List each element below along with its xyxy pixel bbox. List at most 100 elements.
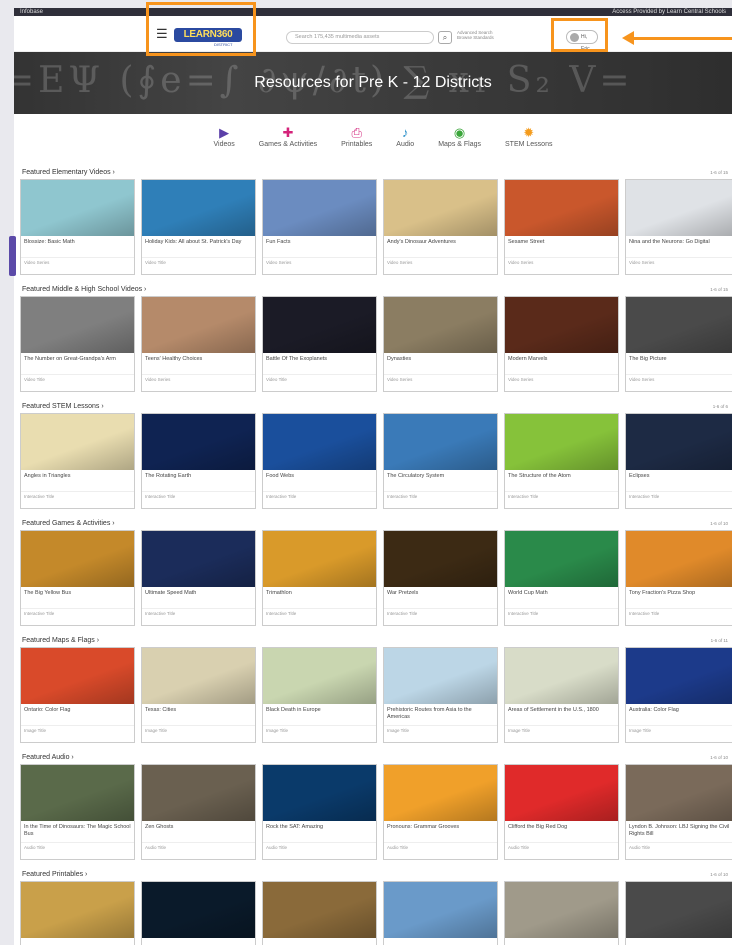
card-title[interactable]: In the Time of Dinosaurs: The Magic Scho… bbox=[21, 821, 134, 841]
card-title[interactable]: The Number on Great-Grandpa's Arm bbox=[21, 353, 134, 373]
resource-card[interactable]: The Big Yellow Bus Interactive Title bbox=[20, 530, 135, 626]
card-thumbnail[interactable] bbox=[263, 648, 376, 704]
resource-card[interactable]: Angles in Triangles Interactive Title bbox=[20, 413, 135, 509]
card-thumbnail[interactable] bbox=[142, 882, 255, 938]
card-thumbnail[interactable] bbox=[626, 531, 732, 587]
card-title[interactable]: Ontario: Color Flag bbox=[21, 704, 134, 724]
card-thumbnail[interactable] bbox=[626, 180, 732, 236]
card-title[interactable]: Zen Ghosts bbox=[142, 821, 255, 841]
category-videos[interactable]: ▶ Videos bbox=[214, 124, 235, 166]
card-thumbnail[interactable] bbox=[626, 297, 732, 353]
card-thumbnail[interactable] bbox=[626, 648, 732, 704]
card-thumbnail[interactable] bbox=[21, 882, 134, 938]
card-title[interactable]: The Big Yellow Bus bbox=[21, 587, 134, 607]
card-title[interactable]: Areas of Settlement in the U.S., 1800 bbox=[505, 704, 618, 724]
card-thumbnail[interactable] bbox=[505, 765, 618, 821]
card-thumbnail[interactable] bbox=[263, 882, 376, 938]
resource-card[interactable]: World Cup Math Interactive Title bbox=[504, 530, 619, 626]
card-title[interactable]: Clifford the Big Red Dog bbox=[505, 821, 618, 841]
card-thumbnail[interactable] bbox=[505, 648, 618, 704]
card-thumbnail[interactable] bbox=[21, 765, 134, 821]
resource-card[interactable]: Lyndon B. Johnson: LBJ Signing the Civil… bbox=[625, 764, 732, 860]
card-title[interactable]: War Pretzels bbox=[384, 587, 497, 607]
resource-card[interactable]: Tony Fraction's Pizza Shop Interactive Ti… bbox=[625, 530, 732, 626]
resource-card[interactable]: Ultimate Speed Math Interactive Title bbox=[141, 530, 256, 626]
category-games-activities[interactable]: ✚ Games & Activities bbox=[259, 124, 317, 166]
resource-card[interactable]: Texas: Cities Image Title bbox=[141, 647, 256, 743]
resource-card[interactable]: Food Webs Interactive Title bbox=[262, 413, 377, 509]
card-title[interactable]: Prehistoric Routes from Asia to the Amer… bbox=[384, 704, 497, 724]
card-thumbnail[interactable] bbox=[384, 297, 497, 353]
card-title[interactable]: Modern Marvels bbox=[505, 353, 618, 373]
resource-card[interactable]: The Number on Great-Grandpa's Arm Video T… bbox=[20, 296, 135, 392]
card-thumbnail[interactable] bbox=[21, 531, 134, 587]
category-stem-lessons[interactable]: ✹ STEM Lessons bbox=[505, 124, 552, 166]
resource-card[interactable]: The Rotating Earth Interactive Title bbox=[141, 413, 256, 509]
card-thumbnail[interactable] bbox=[626, 882, 732, 938]
card-title[interactable]: Dynasties bbox=[384, 353, 497, 373]
card-title[interactable]: Texas: Cities bbox=[142, 704, 255, 724]
card-thumbnail[interactable] bbox=[142, 297, 255, 353]
card-thumbnail[interactable] bbox=[21, 648, 134, 704]
card-thumbnail[interactable] bbox=[263, 180, 376, 236]
resource-card[interactable] bbox=[504, 881, 619, 945]
resource-card[interactable]: The Circulatory System Interactive Title bbox=[383, 413, 498, 509]
resource-card[interactable]: The Big Picture Video Series bbox=[625, 296, 732, 392]
card-title[interactable]: Black Death in Europe bbox=[263, 704, 376, 724]
resource-card[interactable]: In the Time of Dinosaurs: The Magic Scho… bbox=[20, 764, 135, 860]
resource-card[interactable]: Clifford the Big Red Dog Audio Title bbox=[504, 764, 619, 860]
card-title[interactable]: Food Webs bbox=[263, 470, 376, 490]
section-title-link[interactable]: Featured Printables › bbox=[20, 868, 732, 881]
card-title[interactable]: The Structure of the Atom bbox=[505, 470, 618, 490]
card-thumbnail[interactable] bbox=[21, 414, 134, 470]
card-thumbnail[interactable] bbox=[505, 882, 618, 938]
resource-card[interactable] bbox=[262, 881, 377, 945]
card-thumbnail[interactable] bbox=[384, 531, 497, 587]
resource-card[interactable]: Nina and the Neurons: Go Digital Video Se… bbox=[625, 179, 732, 275]
card-title[interactable]: Australia: Color Flag bbox=[626, 704, 732, 724]
resource-card[interactable]: Eclipses Interactive Title bbox=[625, 413, 732, 509]
card-title[interactable]: Blossize: Basic Math bbox=[21, 236, 134, 256]
card-thumbnail[interactable] bbox=[384, 648, 497, 704]
card-title[interactable]: Ultimate Speed Math bbox=[142, 587, 255, 607]
resource-card[interactable]: Holiday Kids: All about St. Patrick's Da… bbox=[141, 179, 256, 275]
card-thumbnail[interactable] bbox=[384, 414, 497, 470]
resource-card[interactable]: Blossize: Basic Math Video Series bbox=[20, 179, 135, 275]
resource-card[interactable]: Battle Of The Exoplanets Video Title bbox=[262, 296, 377, 392]
section-title-link[interactable]: Featured Maps & Flags › bbox=[20, 634, 732, 647]
resource-card[interactable]: Black Death in Europe Image Title bbox=[262, 647, 377, 743]
card-title[interactable] bbox=[263, 938, 376, 945]
card-title[interactable]: Tony Fraction's Pizza Shop bbox=[626, 587, 732, 607]
section-title-link[interactable]: Featured Audio › bbox=[20, 751, 732, 764]
card-thumbnail[interactable] bbox=[384, 180, 497, 236]
resource-card[interactable]: Trimathlon Interactive Title bbox=[262, 530, 377, 626]
card-thumbnail[interactable] bbox=[505, 414, 618, 470]
section-title-link[interactable]: Featured Elementary Videos › bbox=[20, 166, 732, 179]
card-thumbnail[interactable] bbox=[21, 180, 134, 236]
card-thumbnail[interactable] bbox=[263, 765, 376, 821]
card-title[interactable]: Holiday Kids: All about St. Patrick's Da… bbox=[142, 236, 255, 256]
card-title[interactable]: Trimathlon bbox=[263, 587, 376, 607]
card-thumbnail[interactable] bbox=[263, 531, 376, 587]
card-title[interactable]: Eclipses bbox=[626, 470, 732, 490]
card-title[interactable]: Lyndon B. Johnson: LBJ Signing the Civil… bbox=[626, 821, 732, 841]
resource-card[interactable]: Teens' Healthy Choices Video Series bbox=[141, 296, 256, 392]
card-title[interactable]: The Circulatory System bbox=[384, 470, 497, 490]
user-menu-button[interactable]: Hi, Eric bbox=[566, 30, 598, 52]
card-title[interactable]: The Big Picture bbox=[626, 353, 732, 373]
card-thumbnail[interactable] bbox=[505, 180, 618, 236]
card-title[interactable] bbox=[505, 938, 618, 945]
card-title[interactable]: Rock the SAT: Amazing bbox=[263, 821, 376, 841]
card-thumbnail[interactable] bbox=[263, 297, 376, 353]
card-title[interactable]: Battle Of The Exoplanets bbox=[263, 353, 376, 373]
hamburger-menu-icon[interactable]: ☰ bbox=[156, 27, 168, 40]
resource-card[interactable]: Modern Marvels Video Series bbox=[504, 296, 619, 392]
card-title[interactable]: Andy's Dinosaur Adventures bbox=[384, 236, 497, 256]
feedback-side-tab[interactable] bbox=[9, 236, 16, 276]
resource-card[interactable]: Areas of Settlement in the U.S., 1800 Ima… bbox=[504, 647, 619, 743]
card-thumbnail[interactable] bbox=[505, 531, 618, 587]
card-thumbnail[interactable] bbox=[505, 297, 618, 353]
card-title[interactable]: World Cup Math bbox=[505, 587, 618, 607]
card-title[interactable]: Sesame Street bbox=[505, 236, 618, 256]
section-title-link[interactable]: Featured Middle & High School Videos › bbox=[20, 283, 732, 296]
